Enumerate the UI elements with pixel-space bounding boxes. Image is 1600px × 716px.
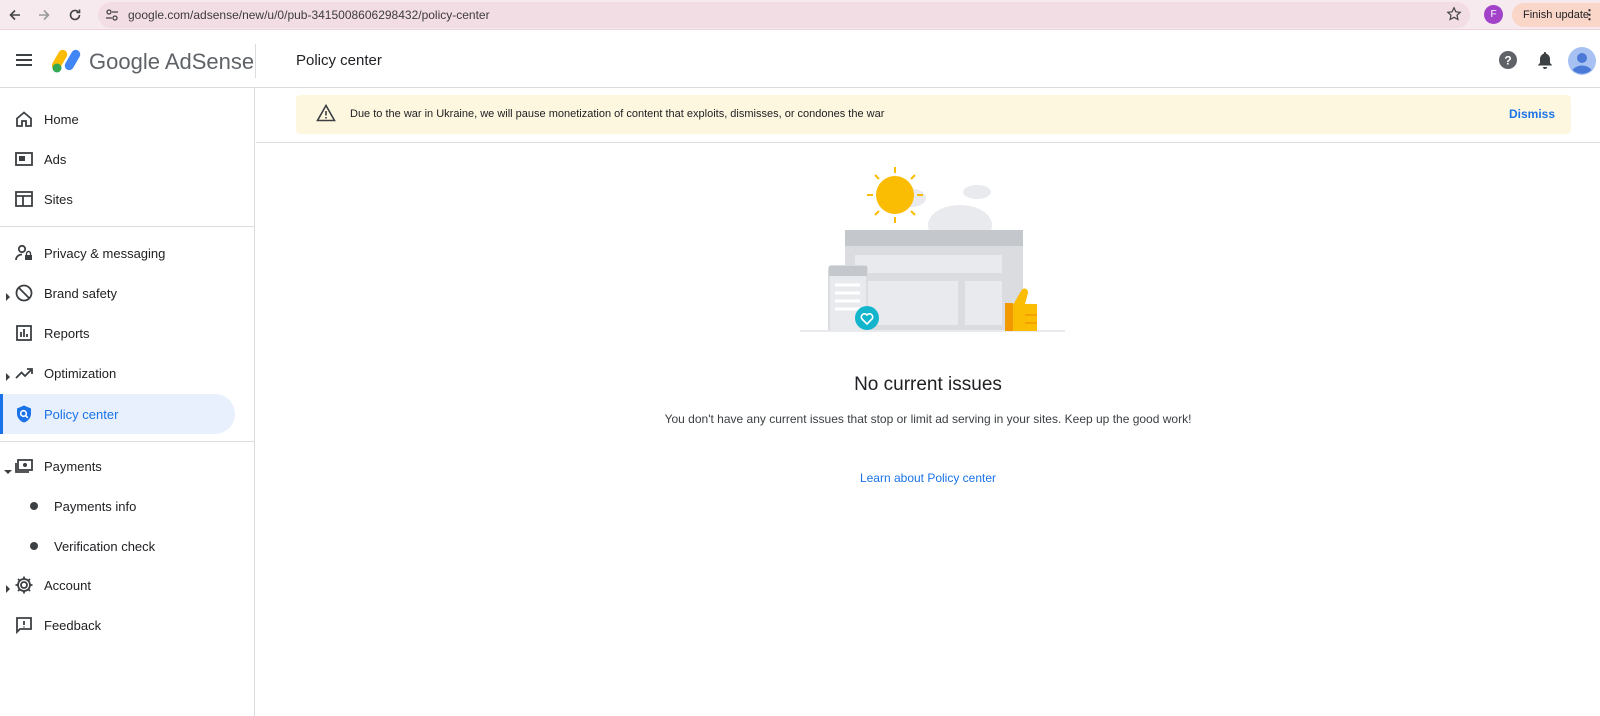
sidebar-item-label: Optimization bbox=[44, 366, 117, 381]
sidebar-item-payments[interactable]: Payments bbox=[0, 446, 235, 486]
banner-container: Due to the war in Ukraine, we will pause… bbox=[256, 88, 1600, 143]
browser-toolbar: google.com/adsense/new/u/0/pub-341500860… bbox=[0, 0, 1600, 30]
sidebar-item-ads[interactable]: Ads bbox=[0, 139, 235, 179]
more-vert-icon: ⋮ bbox=[1583, 7, 1596, 22]
bullet-icon bbox=[30, 502, 38, 510]
reports-icon bbox=[14, 323, 34, 343]
reload-button[interactable] bbox=[64, 4, 86, 26]
sidebar-item-sites[interactable]: Sites bbox=[0, 179, 235, 219]
home-icon bbox=[14, 109, 34, 129]
policy-shield-icon bbox=[14, 404, 34, 424]
sidebar-item-label: Privacy & messaging bbox=[44, 246, 166, 261]
sidebar-item-label: Account bbox=[44, 578, 91, 593]
help-icon[interactable]: ? bbox=[1497, 49, 1519, 76]
svg-text:?: ? bbox=[1504, 54, 1511, 68]
arrow-left-icon bbox=[9, 9, 20, 21]
alert-banner: Due to the war in Ukraine, we will pause… bbox=[296, 95, 1571, 134]
sidebar-item-label: Feedback bbox=[44, 618, 102, 633]
notifications-icon[interactable] bbox=[1534, 49, 1556, 76]
back-button[interactable] bbox=[4, 4, 26, 26]
forward-button[interactable] bbox=[33, 4, 55, 26]
nav-divider bbox=[0, 441, 255, 442]
ads-icon bbox=[14, 149, 34, 169]
banner-text: Due to the war in Ukraine, we will pause… bbox=[350, 108, 885, 120]
no-issues-illustration bbox=[800, 165, 1065, 343]
caret-down-icon bbox=[4, 463, 12, 478]
sidebar-item-reports[interactable]: Reports bbox=[0, 313, 235, 353]
learn-link-text[interactable]: Learn about Policy center bbox=[860, 471, 996, 485]
sidebar-item-label: Reports bbox=[44, 326, 90, 341]
sidebar-item-home[interactable]: Home bbox=[0, 99, 235, 139]
sidebar-nav: Home Ads Sites Privacy & messaging Brand… bbox=[0, 88, 255, 716]
sidebar-item-privacy-messaging[interactable]: Privacy & messaging bbox=[0, 233, 235, 273]
nav-divider bbox=[0, 226, 255, 227]
sidebar-item-label: Sites bbox=[44, 192, 73, 207]
sidebar-item-optimization[interactable]: Optimization bbox=[0, 353, 235, 393]
product-name: Google AdSense bbox=[89, 49, 255, 74]
dismiss-button[interactable]: Dismiss bbox=[1509, 107, 1555, 121]
sidebar-item-label: Home bbox=[44, 112, 79, 127]
empty-state-description: You don't have any current issues that s… bbox=[664, 412, 1192, 426]
page-title: Policy center bbox=[296, 52, 382, 69]
sidebar-item-label: Ads bbox=[44, 152, 67, 167]
address-bar[interactable]: google.com/adsense/new/u/0/pub-341500860… bbox=[98, 2, 1470, 28]
sidebar-item-policy-center[interactable]: Policy center bbox=[0, 394, 235, 434]
feedback-icon bbox=[14, 615, 34, 635]
payments-icon bbox=[14, 456, 34, 476]
profile-avatar[interactable]: F bbox=[1484, 5, 1503, 24]
sidebar-item-label: Policy center bbox=[44, 407, 119, 422]
gear-icon bbox=[14, 575, 34, 595]
sites-icon bbox=[14, 189, 34, 209]
adsense-logo-icon bbox=[51, 47, 84, 78]
bullet-icon bbox=[30, 542, 38, 550]
sidebar-subitem-verification-check[interactable]: Verification check bbox=[0, 526, 235, 566]
empty-state-title: No current issues bbox=[854, 374, 1002, 395]
bookmark-star-icon[interactable] bbox=[1446, 6, 1462, 27]
reload-icon bbox=[69, 9, 81, 21]
site-info-icon[interactable] bbox=[104, 7, 120, 28]
sidebar-item-label: Brand safety bbox=[44, 286, 117, 301]
caret-right-icon bbox=[5, 369, 11, 384]
sidebar-item-account[interactable]: Account bbox=[0, 565, 235, 605]
arrow-right-icon bbox=[39, 9, 50, 21]
menu-icon[interactable] bbox=[14, 50, 34, 75]
caret-right-icon bbox=[5, 289, 11, 304]
sidebar-subitem-label: Verification check bbox=[54, 539, 156, 554]
warning-icon bbox=[316, 103, 336, 127]
finish-update-label: Finish update bbox=[1523, 9, 1590, 21]
sidebar-item-feedback[interactable]: Feedback bbox=[0, 605, 235, 645]
caret-right-icon bbox=[5, 581, 11, 596]
block-icon bbox=[14, 283, 34, 303]
learn-about-policy-center-link: Learn about Policy center bbox=[256, 471, 1600, 485]
sidebar-item-brand-safety[interactable]: Brand safety bbox=[0, 273, 235, 313]
trending-up-icon bbox=[14, 363, 34, 383]
heart-badge-icon bbox=[855, 306, 879, 330]
sidebar-subitem-payments-info[interactable]: Payments info bbox=[0, 486, 235, 526]
app-header: Google AdSense Policy center ? bbox=[0, 34, 1600, 88]
sidebar-subitem-label: Payments info bbox=[54, 499, 137, 514]
url-text: google.com/adsense/new/u/0/pub-341500860… bbox=[128, 8, 490, 22]
sidebar-item-label: Payments bbox=[44, 459, 102, 474]
account-avatar[interactable] bbox=[1568, 47, 1596, 75]
privacy-icon bbox=[14, 243, 34, 263]
header-divider bbox=[255, 44, 256, 78]
finish-update-button[interactable]: Finish update ⋮ bbox=[1512, 3, 1600, 27]
active-indicator bbox=[0, 394, 3, 434]
